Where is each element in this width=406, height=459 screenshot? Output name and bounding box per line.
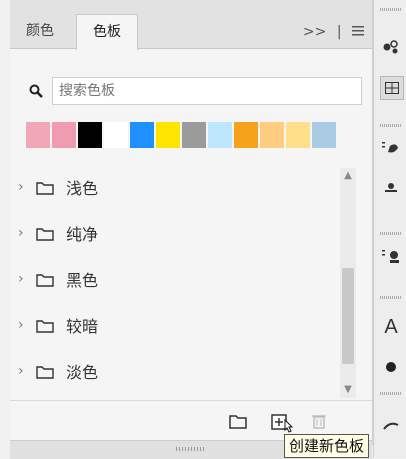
color-swatch[interactable] <box>130 122 154 148</box>
swatch-group-label: 黑色 <box>66 271 99 290</box>
color-swatch[interactable] <box>26 122 50 148</box>
scroll-up-icon[interactable]: ▲ <box>340 168 356 184</box>
color-swatch[interactable] <box>312 122 336 148</box>
swatch-group-label: 淡色 <box>66 363 99 382</box>
tab-swatches[interactable]: 色板 <box>76 14 138 50</box>
chevron-right-icon[interactable]: › <box>18 225 28 241</box>
scroll-thumb[interactable] <box>342 268 354 364</box>
create-new-swatch-icon[interactable] <box>270 412 294 433</box>
search-input[interactable] <box>52 77 362 105</box>
swatch-group-row[interactable]: › 纯净 <box>10 210 350 256</box>
swatch-group-row[interactable]: › 较暗 <box>10 302 350 348</box>
grip-dots <box>176 447 206 451</box>
right-dock-toolbar: A <box>373 0 406 458</box>
create-new-swatch-tooltip: 创建新色板 <box>284 434 370 458</box>
dock-separator <box>380 124 402 127</box>
folder-icon <box>36 318 54 333</box>
color-swatch[interactable] <box>52 122 76 148</box>
folder-icon <box>36 272 54 287</box>
dock-grip <box>380 8 402 11</box>
collapse-panels-button[interactable]: >> <box>303 24 326 40</box>
dot-icon[interactable] <box>380 356 402 378</box>
tab-controls: >> | <box>297 24 364 40</box>
chevron-right-icon[interactable]: › <box>18 317 28 333</box>
dock-separator <box>380 392 402 395</box>
swatch-group-label: 浅色 <box>66 179 99 198</box>
swatch-search <box>26 76 364 106</box>
swatch-group-row[interactable]: › 黑色 <box>10 256 350 302</box>
panel-tabbar: 颜色 色板 >> | <box>10 0 372 50</box>
folder-icon <box>36 226 54 241</box>
color-swatch[interactable] <box>182 122 206 148</box>
recent-swatches <box>26 122 336 148</box>
grid-layout-icon[interactable] <box>380 76 404 100</box>
list-scrollbar[interactable]: ▲ ▼ <box>340 168 356 398</box>
swatch-group-list: › 浅色 › 纯净 › 黑色 › 较暗 › 淡色 <box>10 164 350 394</box>
panel-menu-icon[interactable] <box>352 24 364 40</box>
color-swatch[interactable] <box>104 122 128 148</box>
search-icon <box>26 81 46 101</box>
chevron-right-icon[interactable]: › <box>18 363 28 379</box>
character-icon[interactable] <box>380 246 402 268</box>
tab-color[interactable]: 颜色 <box>14 14 66 48</box>
swatches-panel: 颜色 色板 >> | › 浅色 › 纯净 › 黑色 › 较暗 › 淡色 ▲ ▼ <box>10 0 373 445</box>
folder-icon <box>36 364 54 379</box>
color-swatch[interactable] <box>156 122 180 148</box>
swatch-group-row[interactable]: › 浅色 <box>10 164 350 210</box>
dock-separator <box>380 296 402 299</box>
chevron-right-icon[interactable]: › <box>18 271 28 287</box>
brush-settings-icon[interactable] <box>380 36 402 58</box>
swatch-group-label: 纯净 <box>66 225 99 244</box>
tab-separator: | <box>336 24 342 40</box>
paragraph-icon[interactable] <box>380 414 402 436</box>
chevron-right-icon[interactable]: › <box>18 179 28 195</box>
dock-separator <box>380 232 402 235</box>
color-swatch[interactable] <box>208 122 232 148</box>
new-group-folder-icon[interactable] <box>228 412 248 430</box>
swatch-group-row[interactable]: › 淡色 <box>10 348 350 394</box>
clone-source-icon[interactable] <box>380 178 402 200</box>
scroll-down-icon[interactable]: ▼ <box>340 382 356 398</box>
type-tool-button[interactable]: A <box>380 316 402 338</box>
color-swatch[interactable] <box>286 122 310 148</box>
brush-presets-icon[interactable] <box>380 138 402 160</box>
color-swatch[interactable] <box>260 122 284 148</box>
color-swatch[interactable] <box>234 122 258 148</box>
folder-icon <box>36 180 54 195</box>
swatch-group-label: 较暗 <box>66 317 99 336</box>
color-swatch[interactable] <box>78 122 102 148</box>
trash-icon[interactable] <box>310 412 330 430</box>
